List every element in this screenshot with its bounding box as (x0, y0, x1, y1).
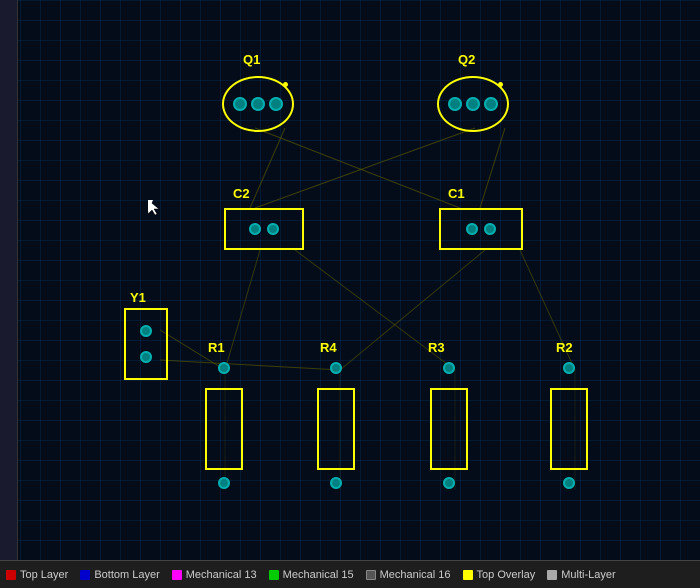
c1-label: C1 (448, 186, 465, 201)
layer-mech13[interactable]: Mechanical 13 (172, 569, 257, 581)
c2-component[interactable] (224, 208, 304, 250)
r4-component[interactable] (317, 388, 355, 470)
c2-pad1[interactable] (249, 223, 261, 235)
q2-pad1[interactable] (448, 97, 462, 111)
c1-pad2[interactable] (484, 223, 496, 235)
q1-component[interactable] (222, 76, 294, 132)
mech16-label: Mechanical 16 (380, 569, 451, 581)
r3-top-pad[interactable] (443, 362, 455, 374)
r3-bot-pad[interactable] (443, 477, 455, 489)
c2-label: C2 (233, 186, 250, 201)
mech15-dot (269, 570, 279, 580)
r4-top-pad[interactable] (330, 362, 342, 374)
r3-label: R3 (428, 340, 445, 355)
ratsnest-lines (0, 0, 700, 560)
layer-top-overlay[interactable]: Top Overlay (463, 569, 536, 581)
left-sidebar (0, 0, 18, 560)
q1-pad2[interactable] (251, 97, 265, 111)
r1-bot-pad[interactable] (218, 477, 230, 489)
top-overlay-label: Top Overlay (477, 569, 536, 581)
layer-multi[interactable]: Multi-Layer (547, 569, 615, 581)
r2-component[interactable] (550, 388, 588, 470)
r1-component[interactable] (205, 388, 243, 470)
top-layer-dot (6, 570, 16, 580)
y1-pad1[interactable] (140, 325, 152, 337)
pcb-canvas[interactable]: Q1 Q2 C2 C1 Y1 R1 R4 R3 R (0, 0, 700, 560)
y1-pad2[interactable] (140, 351, 152, 363)
layer-mech15[interactable]: Mechanical 15 (269, 569, 354, 581)
r2-top-pad[interactable] (563, 362, 575, 374)
layer-top[interactable]: Top Layer (6, 569, 68, 581)
q2-pad2[interactable] (466, 97, 480, 111)
q1-pad3[interactable] (269, 97, 283, 111)
layer-bottom[interactable]: Bottom Layer (80, 569, 159, 581)
r2-label: R2 (556, 340, 573, 355)
bottom-layer-dot (80, 570, 90, 580)
mech13-label: Mechanical 13 (186, 569, 257, 581)
multi-layer-dot (547, 570, 557, 580)
mech13-dot (172, 570, 182, 580)
y1-label: Y1 (130, 290, 146, 305)
status-bar: Top Layer Bottom Layer Mechanical 13 Mec… (0, 560, 700, 588)
r4-label: R4 (320, 340, 337, 355)
y1-component[interactable] (124, 308, 168, 380)
mech15-label: Mechanical 15 (283, 569, 354, 581)
q2-dot (498, 82, 503, 87)
c1-component[interactable] (439, 208, 523, 250)
c2-pad2[interactable] (267, 223, 279, 235)
cursor (148, 200, 160, 216)
mech16-dot (366, 570, 376, 580)
q2-pad3[interactable] (484, 97, 498, 111)
r3-component[interactable] (430, 388, 468, 470)
r2-bot-pad[interactable] (563, 477, 575, 489)
bottom-layer-label: Bottom Layer (94, 569, 159, 581)
q2-component[interactable] (437, 76, 509, 132)
r4-bot-pad[interactable] (330, 477, 342, 489)
r1-top-pad[interactable] (218, 362, 230, 374)
c1-pad1[interactable] (466, 223, 478, 235)
top-overlay-dot (463, 570, 473, 580)
r1-label: R1 (208, 340, 225, 355)
q1-dot (283, 82, 288, 87)
q1-label: Q1 (243, 52, 260, 67)
top-layer-label: Top Layer (20, 569, 68, 581)
q1-pad1[interactable] (233, 97, 247, 111)
layer-mech16[interactable]: Mechanical 16 (366, 569, 451, 581)
multi-layer-label: Multi-Layer (561, 569, 615, 581)
q2-label: Q2 (458, 52, 475, 67)
